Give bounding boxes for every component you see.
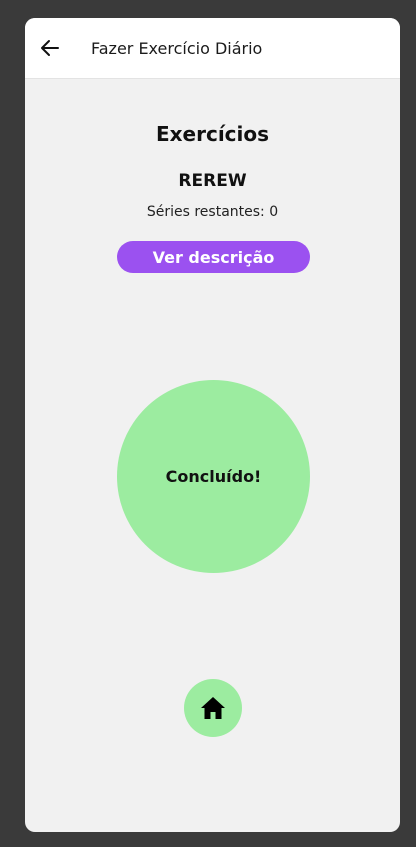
page-title: Fazer Exercício Diário [91, 39, 263, 58]
completed-circle-button[interactable]: Concluído! [117, 380, 310, 573]
section-title: Exercícios [155, 122, 270, 146]
exercise-name: REREW [178, 171, 247, 191]
arrow-left-icon [41, 40, 59, 56]
view-description-button[interactable]: Ver descrição [117, 241, 310, 273]
home-button[interactable] [184, 679, 242, 737]
app-screen: Fazer Exercício Diário Exercícios REREW … [25, 18, 400, 832]
home-icon [201, 697, 225, 719]
top-app-bar: Fazer Exercício Diário [25, 18, 400, 79]
back-button[interactable] [37, 35, 63, 61]
remaining-series-text: Séries restantes: 0 [146, 204, 279, 220]
completed-label: Concluído! [165, 467, 262, 486]
view-description-label: Ver descrição [152, 247, 275, 267]
